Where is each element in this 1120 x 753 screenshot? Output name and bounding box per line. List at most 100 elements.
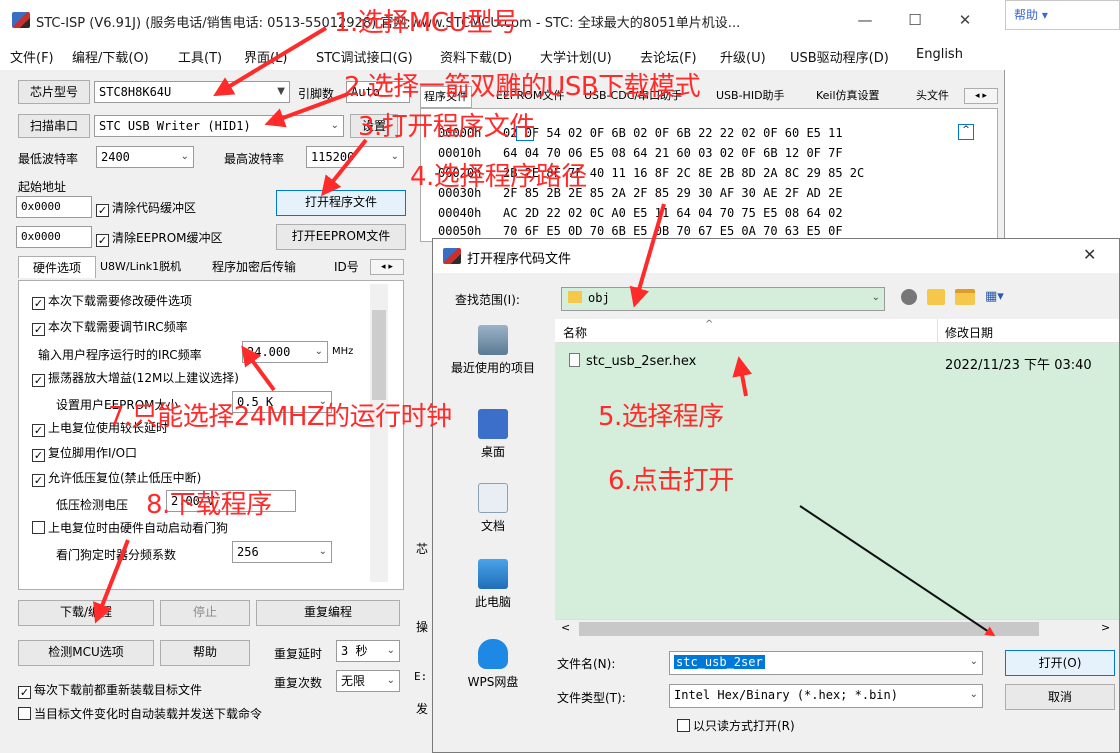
place-this-pc[interactable]: 此电脑 bbox=[443, 559, 543, 610]
menu-usb-driver[interactable]: USB驱动程序(D) bbox=[790, 47, 889, 66]
menu-university[interactable]: 大学计划(U) bbox=[540, 47, 612, 66]
column-divider bbox=[937, 319, 938, 343]
reload-each-checkbox[interactable]: ✓ 每次下载前都重新装载目标文件 bbox=[18, 681, 202, 699]
tab-hardware-options[interactable]: 硬件选项 bbox=[18, 256, 96, 278]
eeprom-address-value: 0x0000 bbox=[21, 230, 61, 243]
pins-label: 引脚数 bbox=[298, 87, 335, 101]
option-modify-hardware[interactable]: ✓ 本次下载需要修改硬件选项 bbox=[32, 292, 192, 310]
readonly-checkbox[interactable]: 以只读方式打开(R) bbox=[677, 717, 795, 734]
chip-model-select[interactable]: STC8H8K64U ▼ bbox=[94, 81, 290, 103]
help-button[interactable]: 帮助 bbox=[160, 640, 250, 666]
open-button[interactable]: 打开(O) bbox=[1005, 650, 1115, 676]
option-reset-as-io[interactable]: ✓ 复位脚用作I/O口 bbox=[32, 444, 137, 462]
menu-interface[interactable]: 界面(L) bbox=[244, 47, 287, 66]
download-program-button[interactable]: 下载/编程 bbox=[18, 600, 154, 626]
annotation-step-3: 3.打开程序文件 bbox=[358, 112, 535, 142]
file-row-hex[interactable]: stc_usb_2ser.hex bbox=[569, 353, 696, 369]
place-wps-cloud[interactable]: WPS网盘 bbox=[443, 639, 543, 690]
checkbox-checked-icon: ✓ bbox=[32, 297, 45, 310]
repeat-count-select[interactable]: 无限 ⌄ bbox=[336, 670, 400, 692]
menu-forum[interactable]: 去论坛(F) bbox=[640, 47, 697, 66]
close-button[interactable]: ✕ bbox=[950, 8, 980, 32]
watchdog-divider-select[interactable]: 256 ⌄ bbox=[232, 541, 332, 563]
dialog-close-button[interactable]: ✕ bbox=[1083, 245, 1096, 264]
computer-icon bbox=[478, 559, 508, 589]
filetype-select[interactable]: Intel Hex/Binary (*.hex; *.bin) ⌄ bbox=[669, 684, 983, 708]
file-date: 2022/11/23 下午 03:40 bbox=[945, 358, 1092, 373]
menu-tools[interactable]: 工具(T) bbox=[178, 47, 222, 66]
place-label: 文档 bbox=[480, 519, 505, 533]
clear-code-checkbox[interactable]: ✓ 清除代码缓冲区 bbox=[96, 199, 196, 217]
right-tab-scroll-arrows[interactable]: ◂ ▸ bbox=[964, 88, 998, 104]
chevron-down-icon: ⌄ bbox=[180, 151, 189, 162]
background-help-menu[interactable]: 帮助 ▾ bbox=[1014, 6, 1048, 23]
column-name[interactable]: 名称 bbox=[563, 324, 587, 341]
scrollbar-thumb[interactable] bbox=[372, 310, 386, 400]
place-label: 最近使用的项目 bbox=[450, 361, 535, 375]
chevron-down-icon: ⌄ bbox=[386, 645, 395, 656]
option-oscillator-gain[interactable]: ✓ 振荡器放大增益(12M以上建议选择) bbox=[32, 369, 239, 387]
min-baud-select[interactable]: 2400 ⌄ bbox=[96, 146, 194, 168]
repeat-delay-select[interactable]: 3 秒 ⌄ bbox=[336, 640, 400, 662]
reload-each-label: 每次下载前都重新装载目标文件 bbox=[34, 683, 203, 697]
port-select[interactable]: STC USB Writer (HID1) ⌄ bbox=[94, 115, 344, 137]
tab-id[interactable]: ID号 bbox=[334, 256, 359, 278]
clear-eeprom-label: 清除EEPROM缓冲区 bbox=[112, 231, 223, 245]
code-address-value: 0x0000 bbox=[21, 200, 61, 213]
view-menu-icon[interactable]: ▦▾ bbox=[985, 289, 1015, 305]
scroll-up-icon[interactable]: ^ bbox=[958, 124, 974, 140]
scroll-right-icon[interactable]: > bbox=[1101, 621, 1110, 634]
look-in-select[interactable]: obj ⌄ bbox=[561, 287, 885, 311]
clear-eeprom-checkbox[interactable]: ✓ 清除EEPROM缓冲区 bbox=[96, 229, 223, 247]
max-baud-value: 115200 bbox=[311, 150, 355, 164]
menu-debug[interactable]: STC调试接口(G) bbox=[316, 47, 413, 66]
scrollbar-thumb[interactable] bbox=[579, 622, 1039, 636]
menu-upgrade[interactable]: 升级(U) bbox=[720, 47, 766, 66]
scan-port-button[interactable]: 扫描串口 bbox=[18, 114, 90, 138]
auto-reload-checkbox[interactable]: 当目标文件变化时自动装载并发送下载命令 bbox=[18, 705, 262, 722]
check-mcu-button[interactable]: 检测MCU选项 bbox=[18, 640, 154, 666]
filename-input[interactable]: stc_usb_2ser ⌄ bbox=[669, 651, 983, 675]
tab-usb-hid[interactable]: USB-HID助手 bbox=[716, 86, 785, 106]
place-recent[interactable]: 最近使用的项目 bbox=[443, 325, 543, 376]
place-label: WPS网盘 bbox=[467, 675, 519, 689]
side-label: 芯 bbox=[416, 542, 429, 556]
option-adjust-irc[interactable]: ✓ 本次下载需要调节IRC频率 bbox=[32, 318, 188, 336]
repeat-program-button[interactable]: 重复编程 bbox=[256, 600, 400, 626]
tab-offline[interactable]: U8W/Link1脱机 bbox=[100, 256, 181, 278]
open-program-file-button[interactable]: 打开程序文件 bbox=[276, 190, 406, 216]
menu-downloads[interactable]: 资料下载(D) bbox=[440, 47, 512, 66]
look-in-value: obj bbox=[588, 291, 610, 305]
tab-scroll-arrows[interactable]: ◂ ▸ bbox=[370, 259, 404, 275]
look-in-label: 查找范围(I): bbox=[455, 293, 520, 307]
cancel-button[interactable]: 取消 bbox=[1005, 684, 1115, 710]
new-folder-icon[interactable] bbox=[955, 289, 975, 305]
scroll-left-icon[interactable]: < bbox=[561, 621, 570, 634]
up-folder-icon[interactable] bbox=[927, 289, 945, 305]
menu-program[interactable]: 编程/下载(O) bbox=[72, 47, 149, 66]
column-date[interactable]: 修改日期 bbox=[945, 324, 993, 341]
chip-model-button[interactable]: 芯片型号 bbox=[18, 80, 90, 104]
irc-frequency-select[interactable]: 24.000 ⌄ bbox=[242, 341, 328, 363]
eeprom-address-input[interactable]: 0x0000 bbox=[16, 226, 92, 248]
checkbox-checked-icon: ✓ bbox=[18, 686, 31, 699]
back-icon[interactable] bbox=[901, 289, 917, 305]
tab-encrypted[interactable]: 程序加密后传输 bbox=[212, 256, 296, 278]
place-documents[interactable]: 文档 bbox=[443, 483, 543, 534]
option-label: 本次下载需要调节IRC频率 bbox=[48, 320, 188, 334]
code-address-input[interactable]: 0x0000 bbox=[16, 196, 92, 218]
stop-button[interactable]: 停止 bbox=[160, 600, 250, 626]
minimize-button[interactable]: — bbox=[850, 8, 880, 32]
maximize-button[interactable]: ☐ bbox=[900, 8, 930, 32]
place-desktop[interactable]: 桌面 bbox=[443, 409, 543, 460]
menu-file[interactable]: 文件(F) bbox=[10, 47, 54, 66]
option-watchdog-auto[interactable]: 上电复位时由硬件自动启动看门狗 bbox=[32, 519, 228, 536]
tab-keil[interactable]: Keil仿真设置 bbox=[816, 86, 880, 106]
option-label: 复位脚用作I/O口 bbox=[48, 446, 138, 460]
open-eeprom-file-button[interactable]: 打开EEPROM文件 bbox=[276, 224, 406, 250]
max-baud-select[interactable]: 115200 ⌄ bbox=[306, 146, 404, 168]
side-label: 操 bbox=[416, 620, 429, 634]
menu-english[interactable]: English bbox=[916, 47, 963, 62]
recent-items-icon bbox=[478, 325, 508, 355]
tab-header-file[interactable]: 头文件 bbox=[916, 86, 949, 106]
